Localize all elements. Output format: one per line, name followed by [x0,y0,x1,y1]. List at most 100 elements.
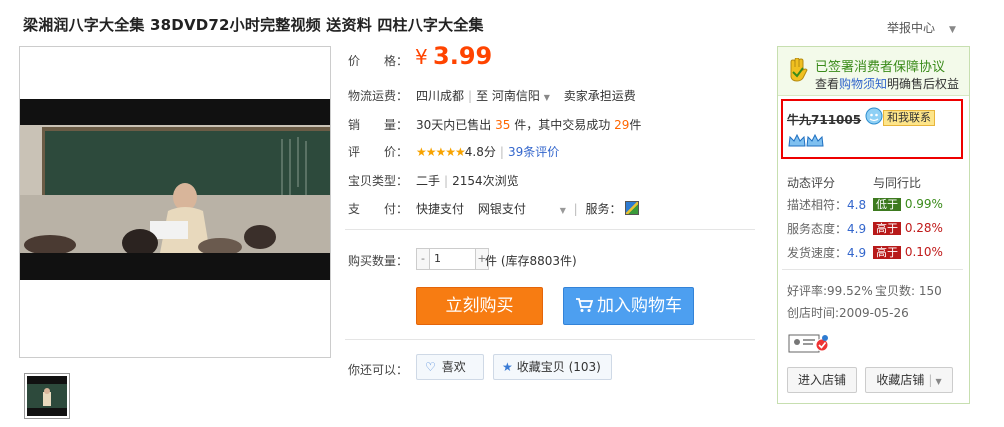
wangwang-icon[interactable] [865,107,883,128]
stock-info: 件 (库存8803件) [485,254,577,268]
guarantee-link[interactable]: 购物须知 [839,77,887,91]
dsr-score: 4.9 [847,246,867,260]
sales-prefix: 30天内已售出 [416,118,492,132]
item-title: 梁湘润八字大全集 38DVD72小时完整视频 送资料 四柱八字大全集 [23,16,484,34]
dsr-compare: 与同行比 [873,176,922,190]
chevron-down-icon: ▼ [935,377,942,386]
item-type-label: 宝贝类型： [348,174,409,188]
view-count: 2154次浏览 [452,174,519,188]
sales-mid: 件，其中交易成功 [514,118,611,132]
dsr-tag: 高于 [873,246,901,259]
item-type-row: 二手 | 2154次浏览 [416,172,519,189]
lecture-image [20,125,330,253]
like-label: 喜欢 [441,360,466,374]
shipping-fee: 卖家承担运费 [563,89,636,103]
dsr-row: 发货速度：4.9 [787,244,866,261]
payment-options: 快捷支付 网银支付 ▼ | 服务： [416,200,640,217]
dsr-row: 描述相符：4.8 [787,196,866,213]
enter-shop-button[interactable]: 进入店铺 [787,367,857,393]
reviews-link[interactable]: 39条评价 [508,145,559,159]
dsr-pct: 0.99% [904,197,943,211]
divider [345,229,755,230]
add-to-cart-button[interactable]: 加入购物车 [563,287,694,325]
quantity-input[interactable]: 1 [429,249,476,269]
collect-shop-label: 收藏店铺 [876,373,925,387]
report-center-label: 举报中心 [887,21,936,35]
rating-row: ★★★★★4.8分 | 39条评价 [416,143,559,160]
star-icon: ★ [502,360,513,374]
collect-shop-button[interactable]: 收藏店铺 | ▼ [865,367,953,393]
dsr-label: 服务态度： [787,222,848,236]
guarantee-hand-icon [787,57,809,85]
quick-pay: 快捷支付 [416,202,465,216]
crown-icon [788,133,824,152]
add-to-cart-label: 加入购物车 [597,296,682,316]
shipping-row: 四川成都 | 至 河南信阳 ▼ 卖家承担运费 [416,87,636,104]
report-center-link[interactable]: 举报中心 ▼ [887,19,956,36]
dsr-label: 描述相符： [787,198,848,212]
service-label: 服务： [585,202,622,216]
dsr-compare-row: 高于 0.10% [873,244,943,260]
main-image[interactable] [19,46,331,358]
divider [345,339,755,340]
sales-row: 30天内已售出 35 件，其中交易成功 29件 [416,116,641,133]
chevron-down-icon[interactable]: ▼ [560,206,566,215]
also-label: 你还可以： [348,363,409,377]
success-count: 29 [614,118,630,132]
separator: | [468,89,473,103]
good-rate: 好评率:99.52% [787,284,873,298]
dsr-score: 4.8 [847,198,867,212]
divider [782,269,963,270]
dsr-score: 4.9 [847,222,867,236]
guarantee-sub: 查看购物须知明确售后权益 [815,75,959,92]
seller-name[interactable]: 牛九711005 [787,111,861,128]
price-value: 3.99 [433,42,493,70]
ship-to-value: 河南信阳 [491,89,540,103]
shop-created: 创店时间:2009-05-26 [787,306,909,320]
item-type-value: 二手 [416,174,441,188]
dsr-row: 服务态度：4.9 [787,220,866,237]
star-rating-icon: ★★★★★ [416,145,466,159]
chevron-down-icon: ▼ [543,93,550,102]
item-count: 宝贝数: 150 [875,284,942,298]
ship-from: 四川成都 [416,89,465,103]
dsr-compare-row: 低于 0.99% [873,196,943,212]
collect-item-label: 收藏宝贝 (103) [516,360,601,374]
quantity-minus-button[interactable]: - [417,249,429,269]
cart-icon [575,290,594,326]
dsr-pct: 0.28% [904,221,943,235]
rating-score: 4.8分 [464,145,496,159]
sales-label: 销 量： [348,118,409,132]
payment-label: 支 付： [348,202,409,216]
chevron-down-icon: ▼ [949,25,956,35]
thumbnail-image[interactable] [24,373,70,419]
quantity-stepper[interactable]: - 1 + [416,248,489,270]
currency-symbol: ¥ [415,45,428,69]
dsr-compare-row: 高于 0.28% [873,220,943,236]
shipping-label: 物流运费： [348,89,409,103]
bank-pay: 网银支付 [477,202,526,216]
separator: | [444,174,449,188]
service-badge-icon[interactable] [625,201,640,215]
dsr-tag: 高于 [873,222,901,235]
sales-suffix: 件 [629,118,642,132]
guarantee-sub-prefix: 查看 [815,77,840,91]
dsr-label: 发货速度： [787,246,848,260]
dsr-tag: 低于 [873,198,901,211]
rating-label: 评 价： [348,145,409,159]
dsr-title: 动态评分 [787,176,836,190]
separator: | [573,202,578,216]
contact-seller-button[interactable]: 和我联系 [883,110,935,126]
separator: | [928,373,933,387]
sold-count: 35 [495,118,511,132]
heart-icon: ♡ [425,360,436,374]
collect-item-button[interactable]: ★ 收藏宝贝 (103) [493,354,612,380]
like-button[interactable]: ♡ 喜欢 [416,354,484,380]
guarantee-title: 已签署消费者保障协议 [815,60,946,75]
ship-to-prefix: 至 [476,89,489,103]
buy-now-button[interactable]: 立刻购买 [416,287,543,325]
dsr-pct: 0.10% [904,245,943,259]
ship-to-select[interactable]: 河南信阳 ▼ [492,89,550,103]
guarantee-sub-suffix: 明确售后权益 [887,77,960,91]
certificate-icon[interactable] [788,332,830,357]
